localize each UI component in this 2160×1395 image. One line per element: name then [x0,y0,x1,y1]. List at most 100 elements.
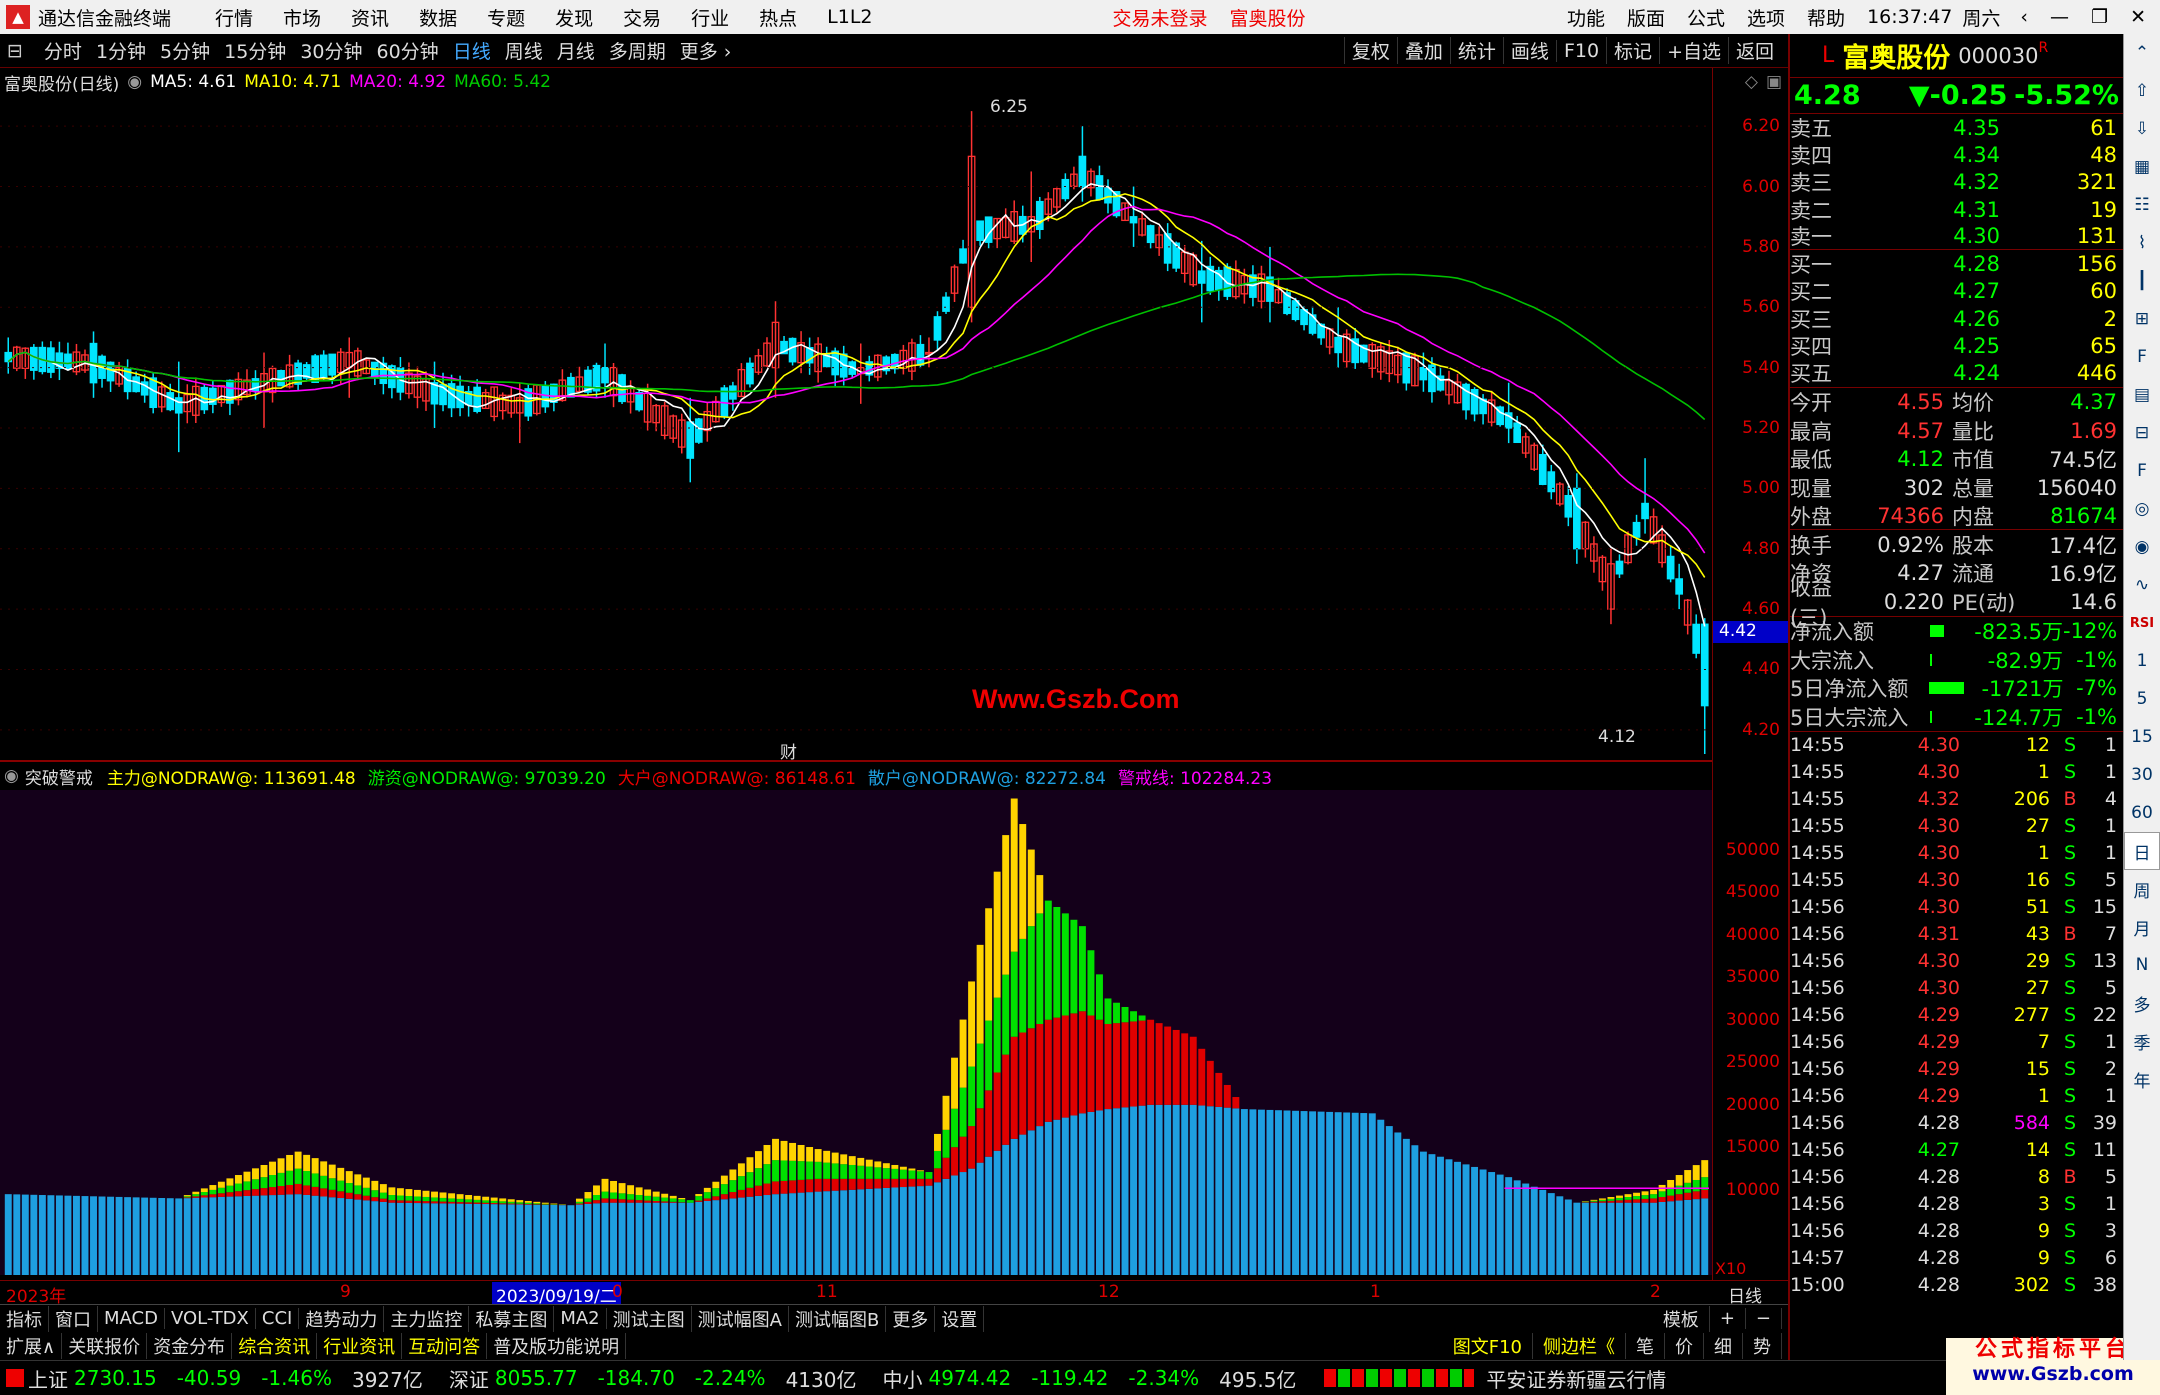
strip-tab-4[interactable]: 30 [2124,756,2160,794]
indicator-tab-1[interactable]: 窗口 [49,1305,98,1332]
arrow-up-icon[interactable]: ⇧ [2124,72,2160,110]
settings-icon[interactable]: ◉ [127,72,142,92]
indicator-tab-13[interactable]: 设置 [935,1305,985,1332]
collapse-up-icon[interactable]: ⌃ [2124,34,2160,72]
right-menu-item-0[interactable]: 功能 [1567,4,1605,31]
list-icon[interactable]: ☷ [2124,186,2160,224]
period-tab-5[interactable]: 60分钟 [370,37,446,64]
side-tab-5[interactable]: 势 [1743,1333,1782,1359]
menu-item-2[interactable]: 资讯 [351,4,389,31]
grid-icon[interactable]: ⊞ [2124,300,2160,338]
indicator-tab-2[interactable]: MACD [98,1308,165,1329]
indicator-chart[interactable] [0,790,1712,1275]
right-menu-item-1[interactable]: 版面 [1627,4,1665,31]
right-menu-item-3[interactable]: 选项 [1747,4,1785,31]
tick-list[interactable]: 14:55 4.30 12 S 1 14:55 4.30 1 S 1 14:55 4.32 206 B 4 1… [1790,732,2123,1299]
side-tab-4[interactable]: 细 [1704,1333,1743,1359]
menu-item-4[interactable]: 专题 [487,4,525,31]
menu-item-1[interactable]: 市场 [283,4,321,31]
orderbook-row[interactable]: 买五 4.24 446 [1790,360,2123,387]
indicator-tab-9[interactable]: 测试主图 [607,1305,692,1332]
right-menu-item-4[interactable]: 帮助 [1807,4,1845,31]
side-tab-0[interactable]: 图文F10 [1443,1333,1533,1359]
orderbook-row[interactable]: 卖四 4.34 48 [1790,141,2123,168]
period-tab-8[interactable]: 月线 [550,37,602,64]
finance-marker[interactable]: 财 [780,743,797,760]
tool-button-2[interactable]: 统计 [1449,37,1503,64]
table-icon[interactable]: ▦ [2124,148,2160,186]
strip-tab-9[interactable]: N [2124,946,2160,984]
gauge-icon[interactable]: ◉ [2124,528,2160,566]
kline-icon[interactable]: ┃ [2124,262,2160,300]
side-tab-2[interactable]: 笔 [1626,1333,1665,1359]
tool-button-6[interactable]: +自选 [1659,37,1728,64]
period-tab-1[interactable]: 1分钟 [89,37,153,64]
template-btn-0[interactable]: 模板 [1653,1305,1710,1332]
indicator-tab-4[interactable]: CCI [256,1308,300,1329]
period-tab-4[interactable]: 30分钟 [293,37,369,64]
extension-tab-0[interactable]: 扩展∧ [0,1333,63,1359]
orderbook-row[interactable]: 卖三 4.32 321 [1790,169,2123,196]
zx-label[interactable]: 中小 [882,1364,922,1393]
right-menu-item-2[interactable]: 公式 [1687,4,1725,31]
sh-label[interactable]: 上证 [28,1364,68,1393]
strip-tab-2[interactable]: 5 [2124,680,2160,718]
flow-row[interactable]: 净流入额 -823.5万 -12% [1790,617,2123,646]
extension-tab-1[interactable]: 关联报价 [62,1333,148,1359]
menu-item-8[interactable]: 热点 [759,4,797,31]
extension-tab-5[interactable]: 互动问答 [402,1333,488,1359]
close-icon[interactable]: ✕ [2130,6,2146,28]
tool-button-3[interactable]: 画线 [1502,37,1556,64]
period-tab-2[interactable]: 5分钟 [153,37,217,64]
calc-icon[interactable]: ⊟ [2124,414,2160,452]
indicator-tab-5[interactable]: 趋势动力 [299,1305,385,1332]
period-tab-3[interactable]: 15分钟 [217,37,293,64]
extension-tab-4[interactable]: 行业资讯 [317,1333,403,1359]
strip-tab-1[interactable]: 1 [2124,642,2160,680]
period-tab-7[interactable]: 周线 [498,37,550,64]
flow-row[interactable]: 5日大宗流入 -124.7万 -1% [1790,702,2123,731]
fs-icon[interactable]: F [2124,452,2160,490]
f10-icon[interactable]: F [2124,338,2160,376]
indicator-tab-10[interactable]: 测试幅图A [692,1305,789,1332]
extension-tab-6[interactable]: 普及版功能说明 [487,1333,627,1359]
indicator-tab-12[interactable]: 更多 [886,1305,936,1332]
extension-tab-2[interactable]: 资金分布 [147,1333,233,1359]
minimize-icon[interactable]: — [2050,6,2069,28]
tool-button-4[interactable]: F10 [1555,39,1606,62]
orderbook-row[interactable]: 买二 4.27 60 [1790,278,2123,305]
tool-button-1[interactable]: 叠加 [1396,37,1450,64]
kline-chart[interactable]: 6.25 4.12 Www.Gszb.Com 财 [0,96,1712,760]
menu-item-9[interactable]: L1L2 [827,6,872,28]
back-icon[interactable]: ‹ [2020,6,2028,28]
indicator-tab-0[interactable]: 指标 [0,1305,49,1332]
period-tab-9[interactable]: 多周期 [602,37,673,64]
orderbook-row[interactable]: 卖五 4.35 61 [1790,114,2123,141]
menu-item-7[interactable]: 行业 [691,4,729,31]
indicator-tab-6[interactable]: 主力监控 [384,1305,470,1332]
strip-tab-10[interactable]: 多 [2124,984,2160,1022]
period-tab-6[interactable]: 日线 [446,37,498,64]
orderbook-row[interactable]: 卖一 4.30 131 [1790,223,2123,251]
strip-tab-11[interactable]: 季 [2124,1022,2160,1060]
template-btn-2[interactable]: − [1746,1308,1782,1329]
strip-tab-5[interactable]: 60 [2124,794,2160,832]
indicator-tab-7[interactable]: 私募主图 [469,1305,555,1332]
strip-tab-7[interactable]: 周 [2124,870,2160,908]
sz-label[interactable]: 深证 [449,1364,489,1393]
line-chart-icon[interactable]: ⌇ [2124,224,2160,262]
flow-row[interactable]: 大宗流入 -82.9万 -1% [1790,645,2123,674]
circle-icon[interactable]: ◎ [2124,490,2160,528]
orderbook-row[interactable]: 买三 4.26 2 [1790,305,2123,332]
strip-tab-12[interactable]: 年 [2124,1060,2160,1098]
doc-icon[interactable]: ▤ [2124,376,2160,414]
side-tab-1[interactable]: 侧边栏《 [1533,1333,1626,1359]
indicator-settings-icon[interactable]: ◉ [4,766,19,786]
tool-button-0[interactable]: 复权 [1343,37,1397,64]
template-btn-1[interactable]: + [1710,1308,1746,1329]
indicator-tab-3[interactable]: VOL-TDX [165,1308,256,1329]
tool-button-5[interactable]: 标记 [1606,37,1659,64]
orderbook-row[interactable]: 卖二 4.31 19 [1790,196,2123,223]
menu-item-0[interactable]: 行情 [215,4,253,31]
menu-item-3[interactable]: 数据 [419,4,457,31]
